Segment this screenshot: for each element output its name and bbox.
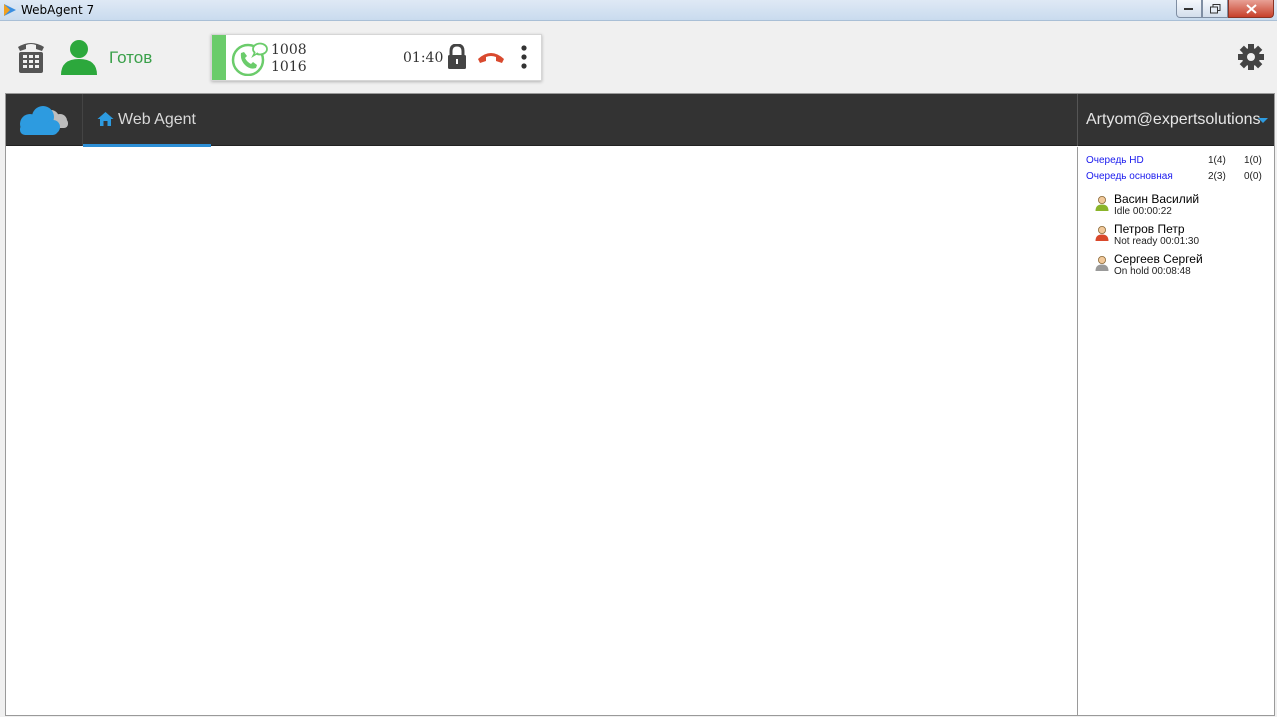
agent-list-item[interactable]: Петров Петр Not ready 00:01:30 xyxy=(1094,222,1264,252)
agent-icon xyxy=(1095,226,1109,241)
call-timer: 01:40 xyxy=(403,50,444,66)
minimize-button[interactable] xyxy=(1176,0,1202,18)
navbar: Web Agent Artyom@expertsolutions xyxy=(6,94,1274,147)
call-number-to: 1016 xyxy=(271,59,307,75)
call-in-progress-icon xyxy=(231,42,268,76)
more-options-icon[interactable] xyxy=(519,44,529,70)
minimize-icon xyxy=(1184,7,1193,10)
queue-row[interactable]: Очередь HD 1(4) 1(0) xyxy=(1086,155,1271,169)
brand-logo[interactable] xyxy=(6,94,83,146)
queue-side-panel: Очередь HD 1(4) 1(0) Очередь основная 2(… xyxy=(1077,147,1274,715)
active-call-card: 1008 1016 01:40 xyxy=(211,34,542,81)
queue-count-a: 1(4) xyxy=(1208,155,1226,166)
queue-name[interactable]: Очередь HD xyxy=(1086,155,1144,166)
agent-name: Васин Василий xyxy=(1114,192,1200,206)
tab-label: Web Agent xyxy=(118,111,196,128)
agent-name: Петров Петр xyxy=(1114,222,1185,236)
agent-icon xyxy=(1095,196,1109,211)
chevron-down-icon xyxy=(1258,118,1268,123)
call-number-from: 1008 xyxy=(271,42,307,58)
agent-list-item[interactable]: Васин Василий Idle 00:00:22 xyxy=(1094,192,1264,222)
cloud-logo-icon xyxy=(20,106,68,135)
restore-button[interactable] xyxy=(1202,0,1228,18)
queue-row[interactable]: Очередь основная 2(3) 0(0) xyxy=(1086,171,1271,185)
window-title-bar: WebAgent 7 xyxy=(0,0,1277,21)
settings-gear-icon[interactable] xyxy=(1237,43,1265,71)
agent-status: Idle 00:00:22 xyxy=(1114,206,1172,217)
restore-icon xyxy=(1209,3,1220,13)
lock-icon[interactable] xyxy=(446,44,468,70)
main-content-area xyxy=(6,147,1077,715)
queue-count-a: 2(3) xyxy=(1208,171,1226,182)
window-title: WebAgent 7 xyxy=(21,3,95,17)
main-frame: Web Agent Artyom@expertsolutions Очередь… xyxy=(5,93,1275,716)
close-button[interactable] xyxy=(1228,0,1274,18)
user-account-menu[interactable]: Artyom@expertsolutions xyxy=(1077,94,1274,146)
hangup-icon[interactable] xyxy=(476,49,506,65)
user-account-label: Artyom@expertsolutions xyxy=(1086,111,1261,128)
call-status-stripe xyxy=(212,35,226,80)
agent-icon xyxy=(1095,256,1109,271)
agent-status: Not ready 00:01:30 xyxy=(1114,236,1200,247)
home-icon xyxy=(97,112,114,126)
agent-status: On hold 00:08:48 xyxy=(1114,266,1191,277)
close-icon xyxy=(1245,3,1257,14)
agent-status-label[interactable]: Готов xyxy=(109,48,152,68)
tab-web-agent[interactable]: Web Agent xyxy=(83,94,211,147)
agent-status-icon[interactable] xyxy=(60,39,98,75)
top-toolbar: Готов 1008 1016 01:40 xyxy=(0,22,1277,92)
queue-count-b: 1(0) xyxy=(1244,155,1262,166)
queue-name[interactable]: Очередь основная xyxy=(1086,171,1173,182)
phone-dialpad-icon[interactable] xyxy=(16,40,46,74)
queue-count-b: 0(0) xyxy=(1244,171,1262,182)
app-logo-icon xyxy=(4,4,16,16)
agent-list-item[interactable]: Сергеев Сергей On hold 00:08:48 xyxy=(1094,252,1264,282)
agent-name: Сергеев Сергей xyxy=(1114,252,1203,266)
